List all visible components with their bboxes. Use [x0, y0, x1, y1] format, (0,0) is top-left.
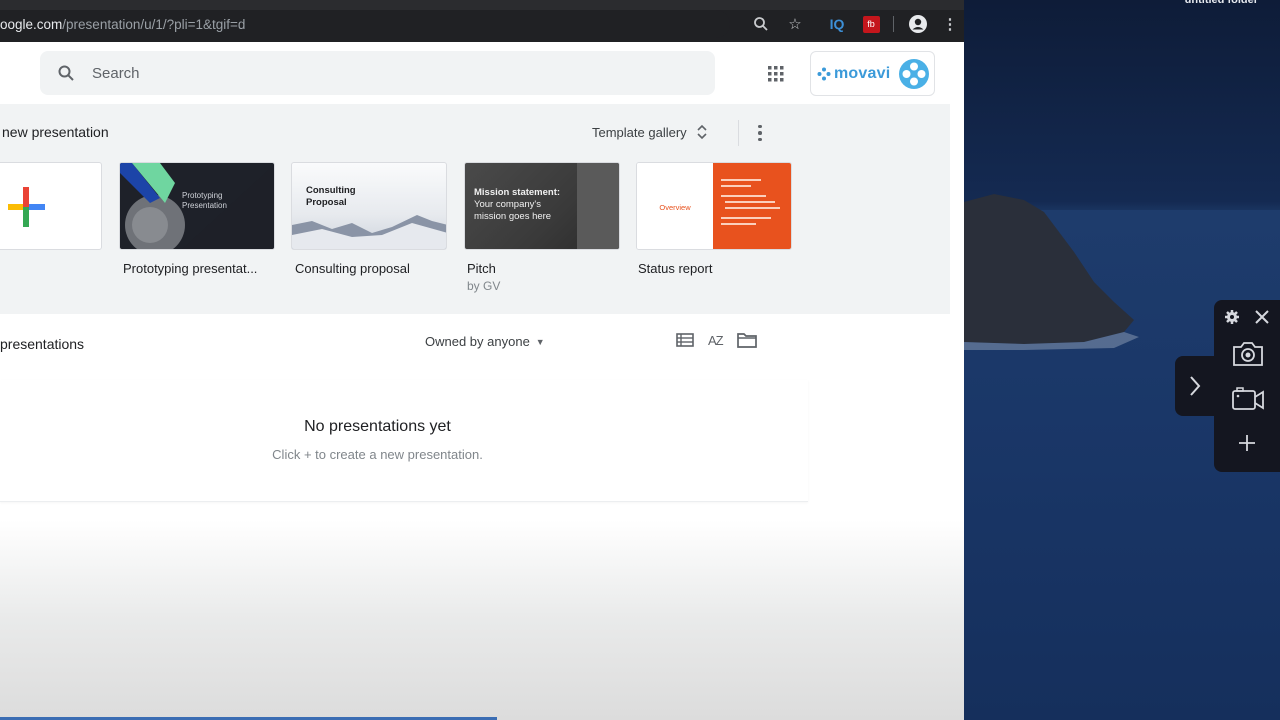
template-card[interactable]: Mission statement: Your company's missio… [464, 162, 620, 293]
thumb-text: Presentation [182, 201, 227, 210]
template-title: Consulting proposal [295, 261, 410, 276]
template-title: Pitch [467, 261, 496, 276]
template-card[interactable]: Consulting Proposal Consulting proposal [291, 162, 447, 276]
search-input[interactable]: Search [40, 51, 715, 95]
top-bar: Search movavi [0, 42, 964, 104]
template-gallery-label: Template gallery [592, 124, 687, 140]
browser-menu-icon[interactable]: ⋮ [936, 10, 964, 38]
apps-grid-icon[interactable] [766, 64, 786, 84]
empty-title: No presentations yet [304, 418, 451, 435]
browser-window: oogle.com/presentation/u/1/?pli=1&tgif=d… [0, 0, 964, 720]
caret-down-icon: ▼ [535, 336, 545, 347]
template-thumbnail: Overview [636, 162, 792, 250]
close-icon[interactable] [1254, 309, 1270, 325]
bookmark-star-icon[interactable]: ☆ [781, 10, 809, 38]
divider [738, 120, 739, 146]
template-thumbnail: Mission statement: Your company's missio… [464, 162, 620, 250]
template-thumbnail: Consulting Proposal [291, 162, 447, 250]
template-gallery-button[interactable]: Template gallery [592, 124, 707, 140]
url-bar[interactable]: oogle.com/presentation/u/1/?pli=1&tgif=d [0, 10, 730, 38]
template-thumbnail: Prototyping Presentation [119, 162, 275, 250]
recorder-panel [1214, 300, 1280, 472]
list-view-icon[interactable] [676, 332, 694, 348]
tab-strip [0, 0, 964, 10]
template-section: new presentation Template gallery Protot… [0, 104, 950, 314]
plus-icon [8, 187, 45, 227]
desktop-folder-label[interactable]: untitled folder [1185, 0, 1258, 6]
add-icon[interactable] [1238, 434, 1256, 452]
template-card-blank[interactable] [0, 162, 102, 250]
recorder-expand-tab[interactable] [1175, 356, 1219, 416]
owner-filter-dropdown[interactable]: Owned by anyone ▼ [425, 334, 545, 349]
search-icon [40, 64, 92, 82]
search-placeholder: Search [92, 64, 140, 82]
empty-state: No presentations yet Click + to create a… [0, 380, 808, 502]
iq-extension-icon[interactable]: IQ [823, 10, 851, 38]
recent-heading: presentations [0, 336, 85, 352]
movavi-account-button[interactable]: movavi [810, 51, 935, 96]
more-options-icon[interactable] [752, 122, 768, 144]
thumb-text: Overview [637, 163, 713, 249]
template-title: Prototyping presentat... [123, 261, 258, 276]
template-heading: new presentation [2, 124, 109, 140]
page-footer-area [0, 520, 964, 720]
profile-icon[interactable] [904, 10, 932, 38]
owner-filter-label: Owned by anyone [425, 334, 530, 349]
thumb-text: Prototyping [182, 191, 223, 200]
screenshot-camera-icon[interactable] [1231, 340, 1265, 368]
cliff-rock [964, 194, 1139, 350]
url-host: oogle.com [0, 16, 63, 32]
sort-az-icon[interactable]: AZ [708, 333, 724, 348]
template-title: Status report [638, 261, 713, 276]
movavi-logo-icon [817, 67, 831, 80]
url-path: /presentation/u/1/?pli=1&tgif=d [62, 16, 246, 32]
template-card[interactable]: Prototyping Presentation Prototyping pre… [119, 162, 275, 276]
thumb-text: Consulting [306, 185, 356, 196]
thumb-text: Mission statement: [474, 187, 561, 198]
template-thumbnail [0, 162, 102, 250]
thumb-text: Proposal [306, 197, 347, 208]
template-author: by GV [467, 279, 501, 293]
thumb-text: mission goes here [474, 211, 552, 222]
settings-gear-icon[interactable] [1224, 309, 1240, 325]
video-record-icon[interactable] [1231, 386, 1265, 412]
template-card[interactable]: Overview Status report [636, 162, 792, 276]
thumb-text: Your company's [474, 199, 541, 210]
red-extension-icon[interactable]: fb [857, 10, 885, 38]
chevron-right-icon [1190, 376, 1201, 396]
movavi-reel-icon [899, 58, 930, 89]
zoom-icon[interactable] [747, 10, 775, 38]
unfold-icon [697, 124, 707, 140]
address-bar-row: oogle.com/presentation/u/1/?pli=1&tgif=d… [0, 10, 964, 42]
movavi-brand: movavi [834, 64, 891, 82]
empty-hint: Click + to create a new presentation. [272, 447, 483, 462]
folder-icon[interactable] [736, 332, 757, 348]
